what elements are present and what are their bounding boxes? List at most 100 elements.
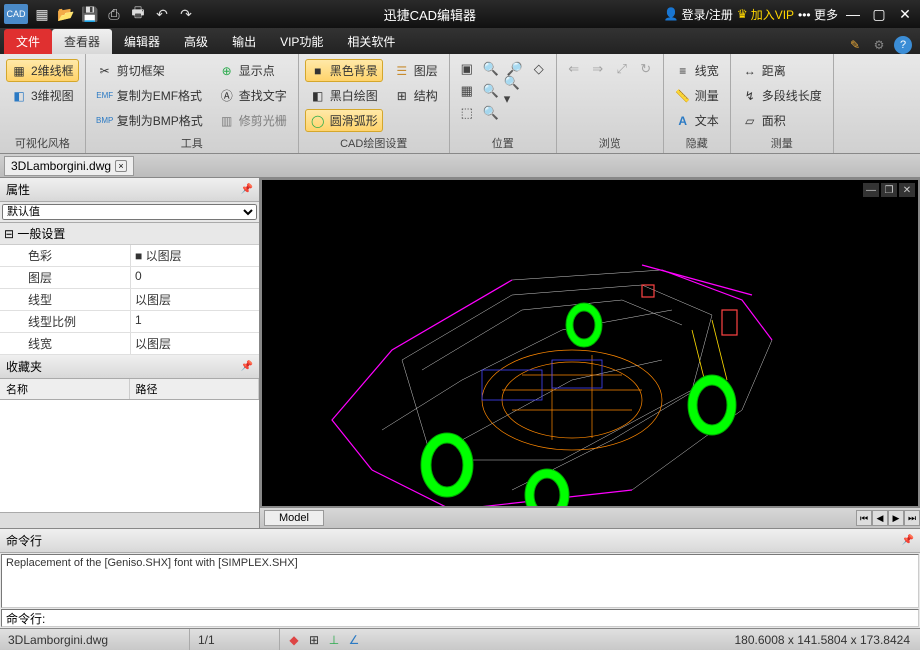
group-label: 工具 <box>92 133 292 151</box>
scroll-last-icon[interactable]: ⏭ <box>904 510 920 526</box>
status-icon-3[interactable]: ⊥ <box>326 632 342 648</box>
command-input[interactable]: 命令行: <box>1 609 919 627</box>
close-button[interactable]: ✕ <box>894 3 916 25</box>
quick-access-toolbar: ▦ 📂 💾 ⎙ 🖶 ↶ ↷ <box>32 4 196 24</box>
nav-fwd-icon[interactable]: ⇒ <box>587 59 609 79</box>
vp-restore-icon[interactable]: ❐ <box>881 183 897 197</box>
model-tab[interactable]: Model <box>264 510 324 526</box>
tab-related[interactable]: 相关软件 <box>335 29 407 54</box>
btn-bw-draw[interactable]: ◧黑白绘图 <box>305 84 383 107</box>
viewport[interactable]: — ❐ ✕ <box>260 178 920 508</box>
pin-icon[interactable]: 📌 <box>241 361 253 372</box>
btn-copy-emf[interactable]: EMF复制为EMF格式 <box>92 84 208 107</box>
maximize-button[interactable]: ▢ <box>868 3 890 25</box>
document-tab[interactable]: 3DLamborgini.dwg × <box>4 156 134 176</box>
tab-file[interactable]: 文件 <box>4 29 52 54</box>
login-button[interactable]: 👤 登录/注册 <box>664 6 733 23</box>
scroll-first-icon[interactable]: ⏮ <box>856 510 872 526</box>
distance-icon: ↔ <box>742 63 758 79</box>
edit-icon[interactable]: ✎ <box>846 36 864 54</box>
status-icon-4[interactable]: ∠ <box>346 632 362 648</box>
btn-smooth-arc[interactable]: ◯圆滑弧形 <box>305 109 383 132</box>
pos-1-icon[interactable]: ▣ <box>456 59 478 79</box>
help-icon[interactable]: ? <box>894 36 912 54</box>
status-icon-1[interactable]: ◆ <box>286 632 302 648</box>
btn-2d-wireframe[interactable]: ▦2维线框 <box>6 59 79 82</box>
zoom-in-icon[interactable]: 🔍 <box>480 59 502 79</box>
btn-layers[interactable]: ☰图层 <box>389 59 443 82</box>
label: 图层 <box>414 62 438 79</box>
redo-icon[interactable]: ↷ <box>176 4 196 24</box>
vp-minimize-icon[interactable]: — <box>863 183 879 197</box>
tab-viewer[interactable]: 查看器 <box>52 29 112 54</box>
prop-row[interactable]: 色彩■ 以图层 <box>0 245 259 267</box>
tab-vip[interactable]: VIP功能 <box>268 29 335 54</box>
status-icon-2[interactable]: ⊞ <box>306 632 322 648</box>
tab-editor[interactable]: 编辑器 <box>112 29 172 54</box>
minimize-button[interactable]: — <box>842 3 864 25</box>
btn-clip-frame[interactable]: ✂剪切框架 <box>92 59 208 82</box>
save-icon[interactable]: 💾 <box>80 4 100 24</box>
section-label: 一般设置 <box>17 227 65 241</box>
btn-distance[interactable]: ↔距离 <box>737 59 827 82</box>
prop-section[interactable]: ⊟ 一般设置 <box>0 223 259 245</box>
btn-area[interactable]: ▱面积 <box>737 109 827 132</box>
print-icon[interactable]: 🖶 <box>128 4 148 24</box>
bmp-icon: BMP <box>97 113 113 129</box>
command-output[interactable]: Replacement of the [Geniso.SHX] font wit… <box>1 554 919 608</box>
pos-9-icon[interactable]: 🔍 <box>480 103 502 123</box>
scroll-next-icon[interactable]: ▶ <box>888 510 904 526</box>
pos-5-icon[interactable]: ▦ <box>456 81 478 101</box>
prop-row[interactable]: 线宽以图层 <box>0 333 259 355</box>
vp-close-icon[interactable]: ✕ <box>899 183 915 197</box>
prop-val[interactable]: ■ 以图层 <box>130 245 259 266</box>
pin-icon[interactable]: 📌 <box>241 184 253 195</box>
btn-show-points[interactable]: ⊕显示点 <box>214 59 292 82</box>
linewidth-icon: ≡ <box>675 63 691 79</box>
new-icon[interactable]: ▦ <box>32 4 52 24</box>
undo-icon[interactable]: ↶ <box>152 4 172 24</box>
nav-back-icon[interactable]: ⇐ <box>563 59 585 79</box>
pos-4-icon[interactable]: ◇ <box>528 59 550 79</box>
tab-advanced[interactable]: 高级 <box>172 29 220 54</box>
tab-output[interactable]: 输出 <box>220 29 268 54</box>
open-icon[interactable]: 📂 <box>56 4 76 24</box>
close-tab-icon[interactable]: × <box>115 160 127 172</box>
prop-val[interactable]: 1 <box>130 311 259 332</box>
prop-row[interactable]: 图层0 <box>0 267 259 289</box>
prop-row[interactable]: 线型以图层 <box>0 289 259 311</box>
btn-linewidth[interactable]: ≡线宽 <box>670 59 724 82</box>
prop-val[interactable]: 以图层 <box>130 333 259 354</box>
btn-3d-view[interactable]: ◧3维视图 <box>6 84 79 107</box>
pos-8-icon[interactable]: ⬚ <box>456 103 478 123</box>
pos-6-icon[interactable]: 🔍 <box>480 81 502 101</box>
pos-7-icon[interactable]: 🔍▾ <box>504 81 526 101</box>
btn-trim-raster[interactable]: ▥修剪光栅 <box>214 109 292 132</box>
settings-icon[interactable]: ⚙ <box>870 36 888 54</box>
prop-val[interactable]: 0 <box>130 267 259 288</box>
more-button[interactable]: ••• 更多 <box>798 6 838 23</box>
save-all-icon[interactable]: ⎙ <box>104 4 124 24</box>
nav-3-icon[interactable]: ⤢ <box>611 59 633 79</box>
default-select[interactable]: 默认值 <box>2 204 257 220</box>
label: 修剪光栅 <box>239 112 287 129</box>
btn-structure[interactable]: ⊞结构 <box>389 84 443 107</box>
btn-polyline-length[interactable]: ↯多段线长度 <box>737 84 827 107</box>
nav-4-icon[interactable]: ↻ <box>635 59 657 79</box>
scroll-prev-icon[interactable]: ◀ <box>872 510 888 526</box>
prop-row[interactable]: 线型比例1 <box>0 311 259 333</box>
vip-button[interactable]: ♛ 加入VIP <box>737 6 794 23</box>
left-scrollbar[interactable] <box>0 512 259 528</box>
col-name[interactable]: 名称 <box>0 379 130 399</box>
btn-find-text[interactable]: Ⓐ查找文字 <box>214 84 292 107</box>
pin-icon[interactable]: 📌 <box>902 535 914 546</box>
btn-measure[interactable]: 📏测量 <box>670 84 724 107</box>
btn-black-bg[interactable]: ■黑色背景 <box>305 59 383 82</box>
prop-val[interactable]: 以图层 <box>130 289 259 310</box>
prop-key: 线宽 <box>0 333 130 354</box>
btn-text[interactable]: A文本 <box>670 109 724 132</box>
status-toggle-icons: ◆ ⊞ ⊥ ∠ <box>280 632 368 648</box>
btn-copy-bmp[interactable]: BMP复制为BMP格式 <box>92 109 208 132</box>
ribbon-group-tools: ✂剪切框架 EMF复制为EMF格式 BMP复制为BMP格式 ⊕显示点 Ⓐ查找文字… <box>86 54 299 153</box>
col-path[interactable]: 路径 <box>130 379 260 399</box>
